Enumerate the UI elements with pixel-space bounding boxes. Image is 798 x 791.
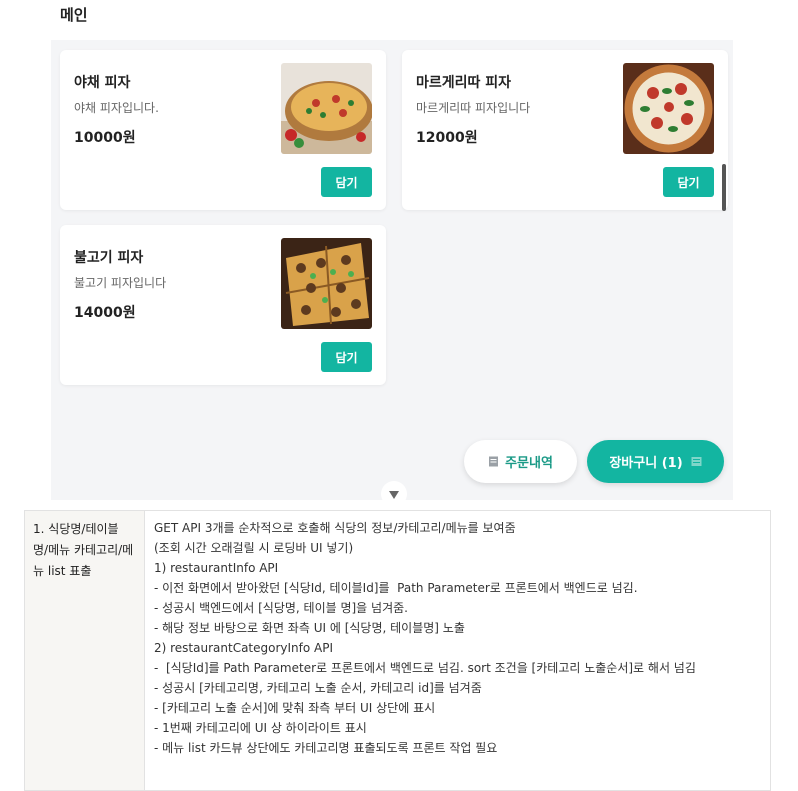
menu-panel: 야채 피자 야채 피자입니다. 10000원 담기 마르게리따 피자 마르게리따…	[51, 40, 733, 500]
cart-button[interactable]: 장바구니 (1)	[587, 440, 724, 483]
menu-price: 12000원	[416, 130, 478, 146]
spec-line: 2) restaurantCategoryInfo API	[154, 641, 334, 655]
add-to-cart-button[interactable]: 담기	[321, 342, 372, 372]
spec-line: (조회 시간 오래걸릴 시 로딩바 UI 넣기)	[154, 541, 354, 555]
spec-line: - 성공시 [카테고리명, 카테고리 노출 순서, 카테고리 id]를 넘겨줌	[154, 681, 482, 695]
spec-line: - 해당 정보 바탕으로 화면 좌측 UI 에 [식당명, 테이블명] 노출	[154, 621, 465, 635]
spec-line: - 1번째 카테고리에 UI 상 하이라이트 표시	[154, 721, 367, 735]
spec-label: 식당명/테이블 명/메뉴 카테고리/메뉴 list 표출	[33, 522, 134, 578]
menu-name: 불고기 피자	[74, 250, 144, 266]
collapse-toggle[interactable]	[381, 481, 407, 507]
cart-label: 장바구니 (1)	[609, 456, 683, 471]
spec-line: - 메뉴 list 카드뷰 상단에도 카테고리명 표출되도록 프론트 작업 필요	[154, 741, 498, 755]
spec-number: 1.	[33, 522, 45, 536]
spec-label-cell: 1. 식당명/테이블 명/메뉴 카테고리/메뉴 list 표출	[24, 510, 145, 791]
add-to-cart-button[interactable]: 담기	[321, 167, 372, 197]
add-to-cart-button[interactable]: 담기	[663, 167, 714, 197]
menu-description: 불고기 피자입니다	[74, 276, 167, 290]
spec-line: GET API 3개를 순차적으로 호출해 식당의 정보/카테고리/메뉴를 보여…	[154, 521, 516, 535]
spec-line: - 이전 화면에서 받아왔던 [식당Id, 테이블Id]를 Path Param…	[154, 581, 638, 595]
section-title: 메인	[60, 6, 88, 24]
order-history-button[interactable]: 주문내역	[464, 440, 577, 483]
table-row: 1. 식당명/테이블 명/메뉴 카테고리/메뉴 list 표출 GET API …	[24, 510, 771, 791]
menu-image	[623, 63, 714, 154]
menu-image	[281, 63, 372, 154]
spec-table: 1. 식당명/테이블 명/메뉴 카테고리/메뉴 list 표출 GET API …	[24, 510, 771, 791]
menu-price: 14000원	[74, 305, 136, 321]
menu-description: 야채 피자입니다.	[74, 101, 159, 115]
spec-line: - [식당Id]를 Path Parameter로 프론트에서 백엔드로 넘김.…	[154, 661, 696, 675]
spec-line: 1) restaurantInfo API	[154, 561, 279, 575]
menu-description: 마르게리따 피자입니다	[416, 101, 531, 115]
order-history-label: 주문내역	[505, 456, 553, 471]
menu-image	[281, 238, 372, 329]
spec-description-cell: GET API 3개를 순차적으로 호출해 식당의 정보/카테고리/메뉴를 보여…	[144, 510, 771, 791]
menu-name: 마르게리따 피자	[416, 75, 512, 91]
chevron-down-icon	[388, 485, 400, 504]
menu-card: 야채 피자 야채 피자입니다. 10000원 담기	[60, 50, 386, 210]
receipt-icon	[488, 456, 499, 467]
scrollbar-thumb[interactable]	[722, 164, 726, 211]
menu-card: 마르게리따 피자 마르게리따 피자입니다 12000원 담기	[402, 50, 728, 210]
menu-price: 10000원	[74, 130, 136, 146]
spec-line: - 성공시 백엔드에서 [식당명, 테이블 명]을 넘겨줌.	[154, 601, 408, 615]
menu-card: 불고기 피자 불고기 피자입니다 14000원 담기	[60, 225, 386, 385]
cart-icon	[691, 456, 702, 467]
spec-line: - [카테고리 노출 순서]에 맞춰 좌측 부터 UI 상단에 표시	[154, 701, 436, 715]
menu-name: 야채 피자	[74, 75, 131, 91]
